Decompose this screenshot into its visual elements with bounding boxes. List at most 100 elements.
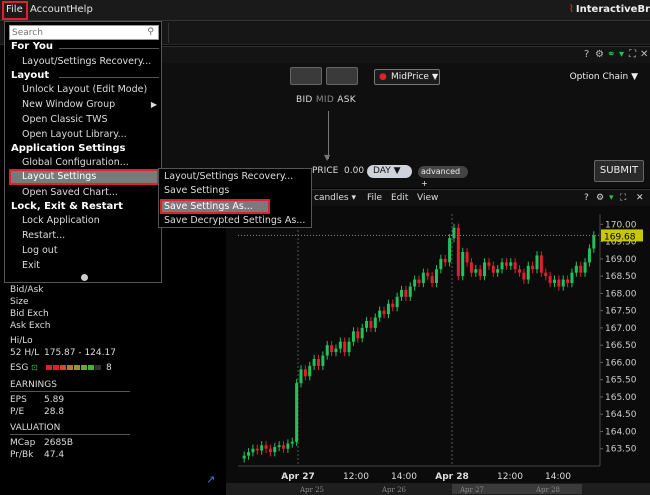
candle-body — [395, 296, 399, 308]
candle-body — [513, 262, 517, 270]
candle-body — [264, 445, 268, 449]
menu-item-new-window-group[interactable]: New Window Group — [22, 99, 115, 110]
chart-file-menu[interactable]: File — [367, 193, 382, 203]
chevron-right-icon: ▶ — [150, 100, 157, 109]
mid-indicator-line — [328, 111, 329, 159]
menubar: File Account Help ⌇ InteractiveBr — [0, 0, 650, 21]
y-tick-label: 165.00 — [605, 393, 637, 403]
candle-body — [255, 448, 259, 451]
candle-body — [574, 265, 578, 273]
menu-item-exit[interactable]: Exit — [22, 260, 40, 271]
prbk-label: Pr/Bk — [10, 450, 34, 460]
menu-item-restart[interactable]: Restart... — [22, 230, 65, 241]
candle-body — [369, 321, 373, 328]
help-icon[interactable]: ? — [584, 193, 589, 203]
candle-body — [343, 341, 347, 353]
candle-body — [504, 262, 508, 266]
menu-item-log-out[interactable]: Log out — [22, 245, 58, 256]
close-icon[interactable]: ✕ — [636, 193, 644, 203]
candle-body — [242, 455, 246, 459]
submenu-item-save-settings-as[interactable]: Save Settings As... — [160, 199, 270, 214]
help-menu-button[interactable]: Help — [70, 4, 93, 15]
candle-body — [308, 365, 312, 377]
candle-body — [273, 447, 277, 453]
candle-body — [500, 262, 504, 270]
divider — [10, 391, 130, 392]
menu-item-global-configuration[interactable]: Global Configuration... — [22, 157, 129, 168]
y-tick-label: 164.50 — [605, 410, 637, 420]
menu-item-layout-settings[interactable]: Layout Settings — [9, 169, 159, 185]
candle-body — [316, 358, 320, 366]
gear-icon[interactable]: ⚙ — [595, 49, 604, 60]
order-entry-panel: ? ⚙ ⚭ ▾ ⛶ ✕ BID MID ASK ▼ ● MidPrice ▼ O… — [162, 46, 650, 188]
candle-body — [325, 345, 329, 356]
menu-item-lock-application[interactable]: Lock Application — [22, 215, 100, 226]
chevron-down-icon[interactable]: ▾ — [619, 49, 624, 60]
bid-exch-label: Bid Exch — [10, 309, 49, 319]
file-menu-dropdown: ⚲ For You Layout/Settings Recovery... La… — [4, 21, 162, 283]
bar-type-dropdown[interactable]: candles ▾ — [314, 193, 356, 203]
candle-body — [583, 262, 587, 273]
candle-body — [552, 279, 556, 284]
application-settings-heading: Application Settings — [11, 143, 126, 154]
chart-view-menu[interactable]: View — [417, 193, 438, 203]
help-icon[interactable]: ? — [584, 49, 589, 60]
candle-body — [400, 289, 404, 297]
candle-body — [426, 272, 430, 277]
menu-search-box[interactable]: ⚲ — [9, 25, 159, 40]
tif-select[interactable]: DAY ▼ — [367, 165, 412, 178]
candle-body — [544, 272, 548, 277]
menu-item-unlock-layout[interactable]: Unlock Layout (Edit Mode) — [22, 84, 147, 95]
for-you-heading: For You — [11, 41, 54, 52]
link-icon[interactable]: ⚭ — [607, 49, 615, 60]
ask-button[interactable] — [326, 67, 358, 85]
bid-mid-ask-labels: BID MID ASK — [296, 95, 356, 105]
expand-icon[interactable]: ⛶ — [629, 49, 636, 60]
price-input[interactable]: 0.00 — [344, 166, 364, 176]
candle-body — [548, 276, 552, 284]
gear-icon[interactable]: ⚙ — [596, 193, 604, 203]
esg-value: 8 — [106, 363, 112, 373]
file-highlight-box — [2, 1, 28, 20]
account-menu-button[interactable]: Account — [30, 4, 70, 15]
menu-item-open-saved-chart[interactable]: Open Saved Chart... — [22, 187, 118, 198]
candle-body — [417, 279, 421, 284]
menu-item-open-classic-tws[interactable]: Open Classic TWS — [22, 114, 108, 125]
submit-button[interactable]: SUBMIT — [594, 160, 644, 182]
search-icon: ⚲ — [147, 27, 154, 37]
menu-search-input[interactable] — [12, 26, 142, 39]
bid-button[interactable] — [290, 67, 322, 85]
candle-body — [531, 265, 535, 270]
chart-panel: 170.00 169.50 169.00 168.50 168.00 167.50 167.… — [226, 189, 650, 495]
advanced-label: advanced — [421, 167, 461, 176]
esg-info-icon[interactable]: ⊡ — [31, 363, 38, 372]
hi-lo-label: Hi/Lo — [10, 336, 33, 346]
order-panel-titlebar: ? ⚙ ⚭ ▾ ⛶ ✕ — [162, 47, 650, 63]
candle-body — [421, 272, 425, 284]
chart-plot[interactable]: 170.00169.50169.00168.50168.00167.50167.… — [226, 190, 650, 495]
chevron-down-icon[interactable]: ▾ — [609, 193, 614, 203]
navigator-tick-label: Apr 26 — [381, 486, 407, 494]
expand-icon[interactable]: ⛶ — [620, 193, 626, 203]
candle-body — [526, 265, 530, 280]
candle-body — [365, 321, 369, 328]
submenu-item-save-decrypted-settings-as[interactable]: Save Decrypted Settings As... — [164, 215, 305, 226]
candle-body — [483, 262, 487, 277]
advanced-button[interactable]: advanced + — [418, 166, 468, 188]
candle-body — [434, 269, 438, 284]
candle-body — [579, 265, 583, 273]
submenu-item-layout-settings-recovery[interactable]: Layout/Settings Recovery... — [164, 171, 293, 182]
close-icon[interactable]: ✕ — [640, 49, 648, 60]
order-type-select[interactable]: ● MidPrice ▼ — [374, 69, 440, 85]
y-tick-label: 165.50 — [605, 376, 637, 386]
menu-item-open-layout-library[interactable]: Open Layout Library... — [22, 129, 127, 140]
submenu-item-save-settings[interactable]: Save Settings — [164, 185, 229, 196]
divider — [168, 23, 169, 43]
layout-settings-submenu: Layout/Settings Recovery... Save Setting… — [158, 168, 312, 228]
candle-body — [469, 262, 473, 273]
chart-edit-menu[interactable]: Edit — [391, 193, 408, 203]
menu-item-layout-settings-recovery[interactable]: Layout/Settings Recovery... — [22, 56, 151, 67]
popout-arrow-icon[interactable]: ↗ — [206, 473, 215, 486]
chevron-down-icon: ▼ — [631, 72, 638, 82]
option-chain-dropdown[interactable]: Option Chain ▼ — [570, 72, 638, 82]
